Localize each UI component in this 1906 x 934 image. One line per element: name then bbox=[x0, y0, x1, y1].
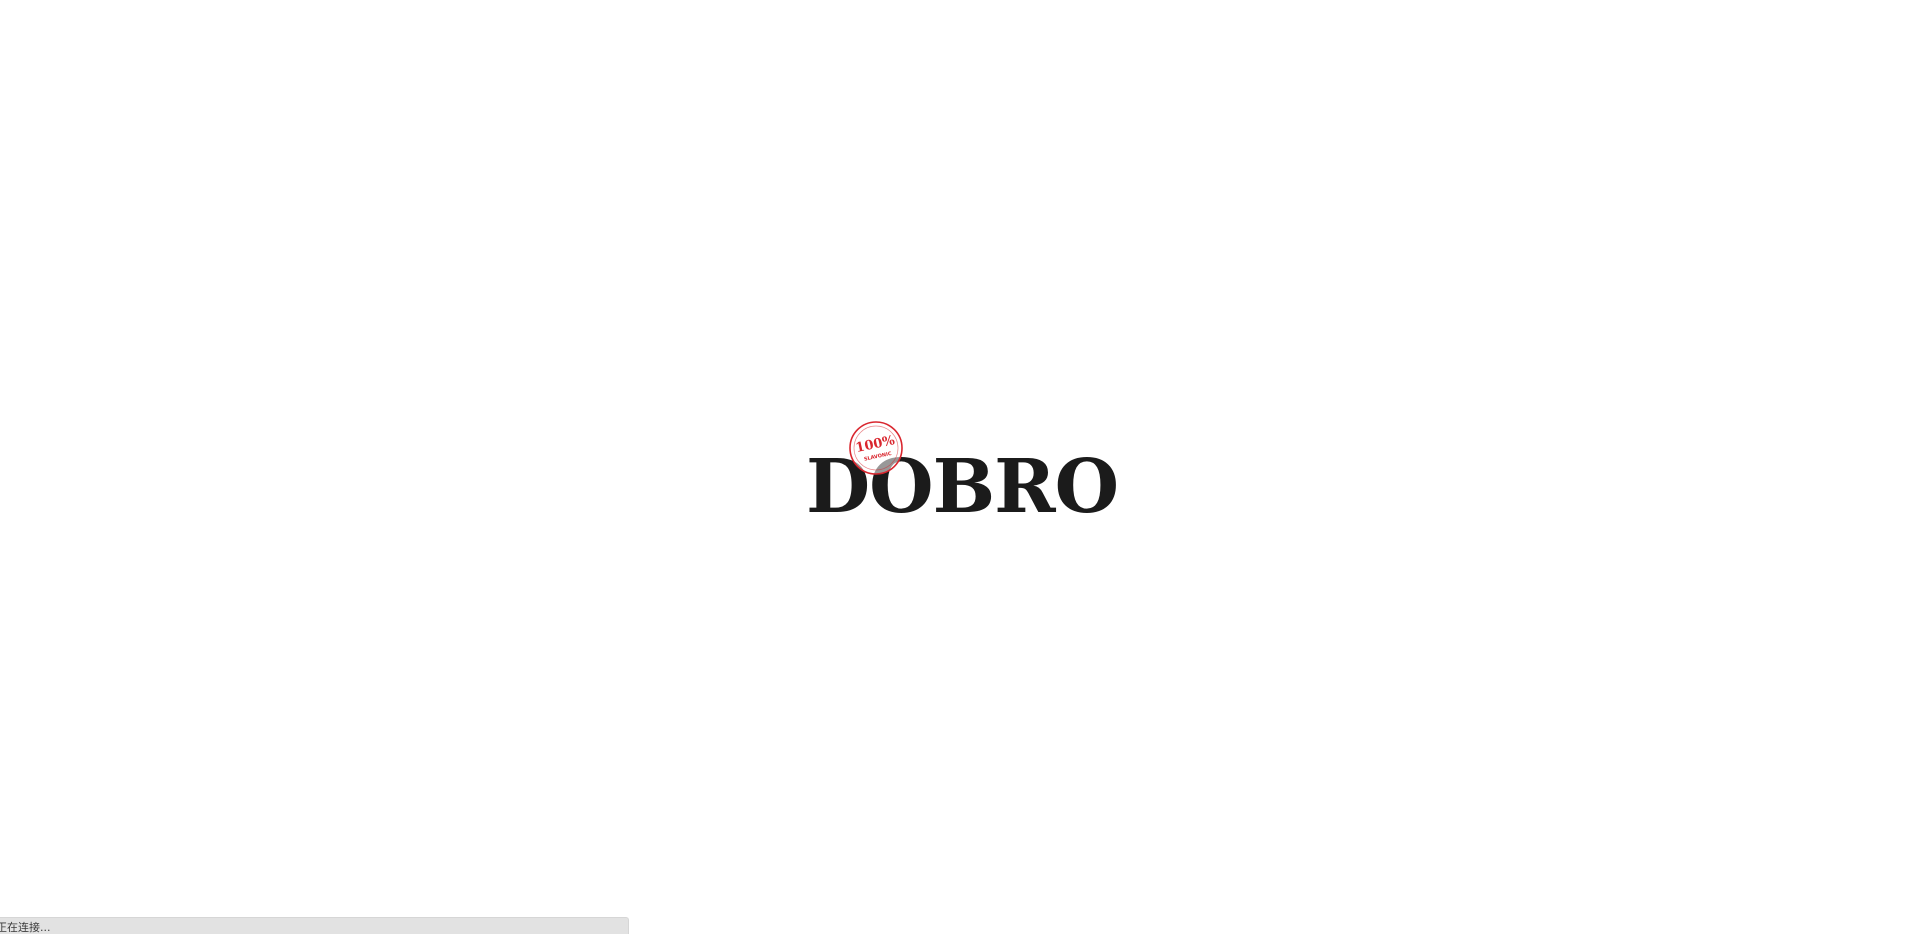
status-connecting-text: 正在连接... bbox=[0, 921, 51, 934]
browser-status-bar: 正在连接... bbox=[0, 917, 629, 934]
loading-page: DOBRO 100% SLAVONIC 正在连接... bbox=[0, 0, 1906, 934]
dobro-logo: DOBRO 100% SLAVONIC bbox=[806, 418, 1119, 524]
logo-stamp: 100% SLAVONIC bbox=[848, 420, 904, 476]
